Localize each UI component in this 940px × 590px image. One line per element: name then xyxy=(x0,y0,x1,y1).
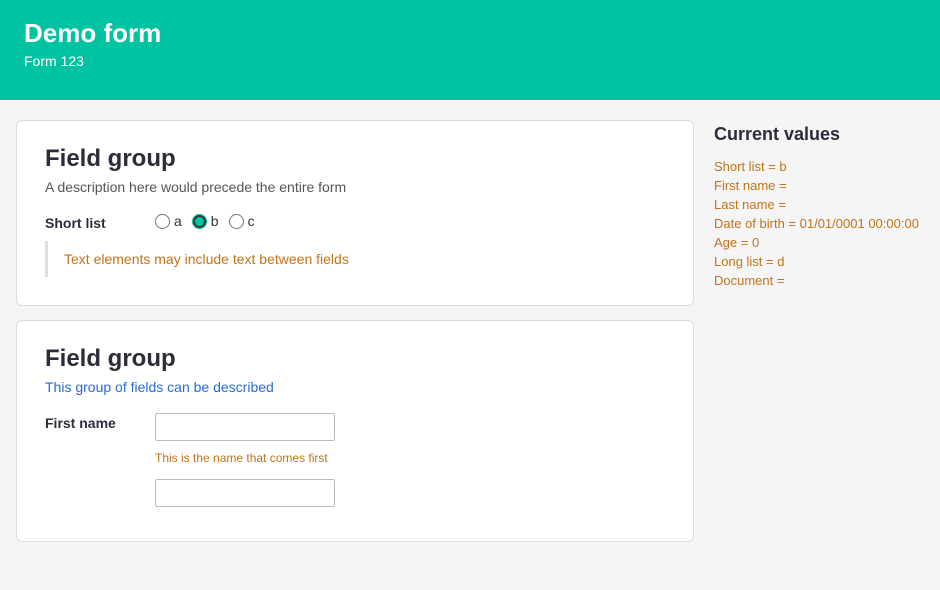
sidebar-title: Current values xyxy=(714,124,924,145)
radio-option-b[interactable]: b xyxy=(192,213,219,229)
field-group-2-title: Field group xyxy=(45,345,665,373)
sidebar: Current values Short list = b First name … xyxy=(714,120,924,542)
sidebar-item-value: 01/01/0001 00:00:00 xyxy=(800,216,919,231)
sidebar-item: Short list = b xyxy=(714,159,924,174)
sidebar-item: Last name = xyxy=(714,197,924,212)
first-name-hint: This is the name that comes first xyxy=(155,451,665,465)
radio-b[interactable] xyxy=(192,214,207,229)
sidebar-item-value: b xyxy=(779,159,786,174)
sidebar-item: Document = xyxy=(714,273,924,288)
sidebar-item-key: Short list = xyxy=(714,159,779,174)
sidebar-item-key: Age = xyxy=(714,235,752,250)
sidebar-item-value: d xyxy=(777,254,784,269)
field-group-2-desc: This group of fields can be described xyxy=(45,379,665,395)
sidebar-item-value: 0 xyxy=(752,235,759,250)
radio-c[interactable] xyxy=(229,214,244,229)
text-element: Text elements may include text between f… xyxy=(45,241,665,277)
radio-option-a[interactable]: a xyxy=(155,213,182,229)
radio-c-label: c xyxy=(248,213,255,229)
sidebar-item-key: Document = xyxy=(714,273,784,288)
sidebar-item: Age = 0 xyxy=(714,235,924,250)
sidebar-item-key: Last name = xyxy=(714,197,786,212)
short-list-row: Short list a b c xyxy=(45,213,665,231)
radio-option-c[interactable]: c xyxy=(229,213,255,229)
main-content: Field group A description here would pre… xyxy=(0,100,940,562)
radio-a[interactable] xyxy=(155,214,170,229)
page-header: Demo form Form 123 xyxy=(0,0,940,100)
sidebar-item-key: Date of birth = xyxy=(714,216,800,231)
sidebar-item-key: First name = xyxy=(714,178,787,193)
radio-b-label: b xyxy=(211,213,219,229)
next-field-input[interactable] xyxy=(155,479,335,507)
sidebar-items: Short list = b First name = Last name = D… xyxy=(714,159,924,288)
sidebar-item: Long list = d xyxy=(714,254,924,269)
page-subtitle: Form 123 xyxy=(24,53,916,69)
form-area: Field group A description here would pre… xyxy=(16,120,694,542)
next-field-row xyxy=(45,479,665,507)
radio-a-label: a xyxy=(174,213,182,229)
short-list-radio-group: a b c xyxy=(155,213,255,229)
first-name-label: First name xyxy=(45,413,155,431)
sidebar-item: First name = xyxy=(714,178,924,193)
next-field-label xyxy=(45,479,155,481)
first-name-input[interactable] xyxy=(155,413,335,441)
page-title: Demo form xyxy=(24,18,916,49)
short-list-label: Short list xyxy=(45,213,155,231)
first-name-row: First name xyxy=(45,413,665,441)
field-group-card-1: Field group A description here would pre… xyxy=(16,120,694,306)
sidebar-item-key: Long list = xyxy=(714,254,777,269)
sidebar-item: Date of birth = 01/01/0001 00:00:00 xyxy=(714,216,924,231)
field-group-1-desc: A description here would precede the ent… xyxy=(45,179,665,195)
field-group-card-2: Field group This group of fields can be … xyxy=(16,320,694,542)
field-group-1-title: Field group xyxy=(45,145,665,173)
